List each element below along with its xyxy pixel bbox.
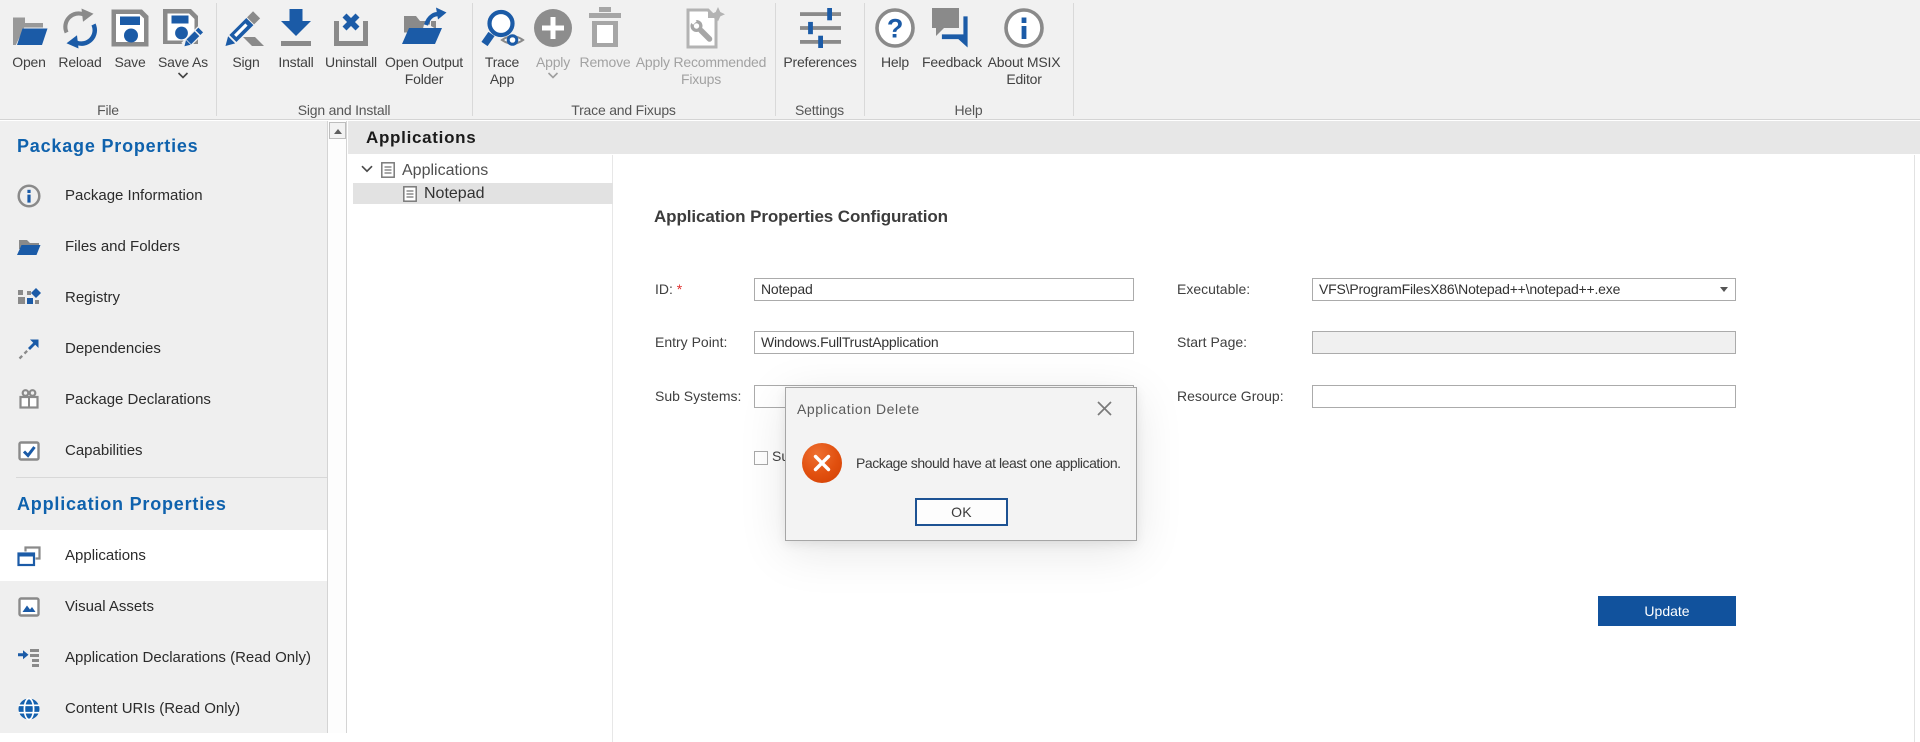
svg-text:?: ? xyxy=(887,13,903,43)
